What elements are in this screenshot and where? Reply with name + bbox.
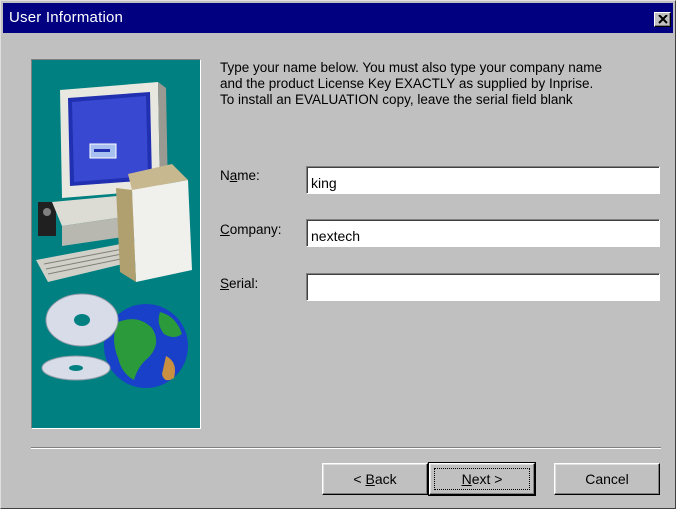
- company-label: Company:: [220, 222, 282, 237]
- instructions-text: Type your name below. You must also type…: [220, 60, 602, 107]
- back-button[interactable]: < Back: [322, 463, 428, 495]
- name-label: Name:: [220, 168, 260, 183]
- company-input[interactable]: [306, 219, 660, 247]
- separator: [31, 447, 661, 449]
- serial-input[interactable]: [306, 273, 660, 301]
- name-input[interactable]: [306, 166, 660, 194]
- user-information-dialog: User Information Type your name below. Y…: [0, 0, 676, 509]
- next-button[interactable]: Next >: [428, 462, 536, 496]
- window-title: User Information: [9, 9, 124, 26]
- setup-illustration: [31, 59, 201, 429]
- close-button[interactable]: [654, 12, 671, 27]
- close-icon: [658, 15, 668, 24]
- cancel-button[interactable]: Cancel: [554, 463, 660, 495]
- title-bar[interactable]: User Information: [3, 3, 673, 33]
- serial-label: Serial:: [220, 276, 259, 291]
